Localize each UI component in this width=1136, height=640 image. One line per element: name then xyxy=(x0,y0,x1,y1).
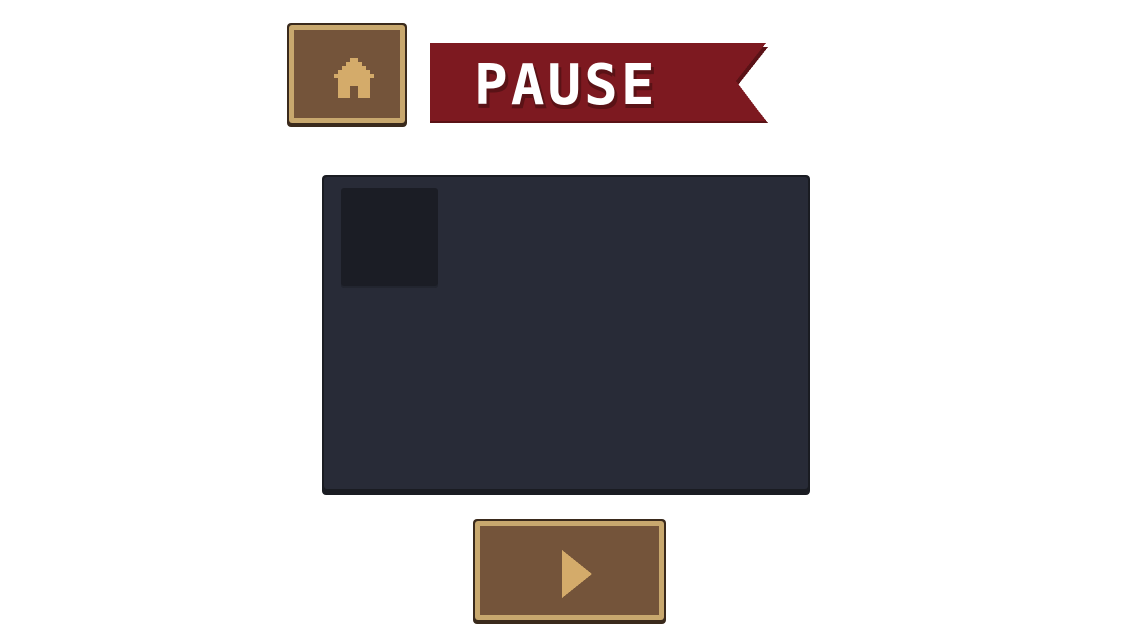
inventory-panel xyxy=(322,175,810,495)
pause-banner: PAUSE xyxy=(430,43,768,127)
page-title: PAUSE xyxy=(474,53,658,118)
pause-screen: PAUSE xyxy=(0,0,1136,640)
play-icon xyxy=(562,550,592,598)
resume-button-face xyxy=(480,526,659,615)
home-button[interactable] xyxy=(287,23,407,127)
home-button-face xyxy=(294,30,400,118)
resume-button[interactable] xyxy=(473,519,666,624)
home-icon xyxy=(334,58,374,98)
inventory-panel-inner xyxy=(324,177,808,489)
inventory-slot[interactable] xyxy=(341,188,438,288)
